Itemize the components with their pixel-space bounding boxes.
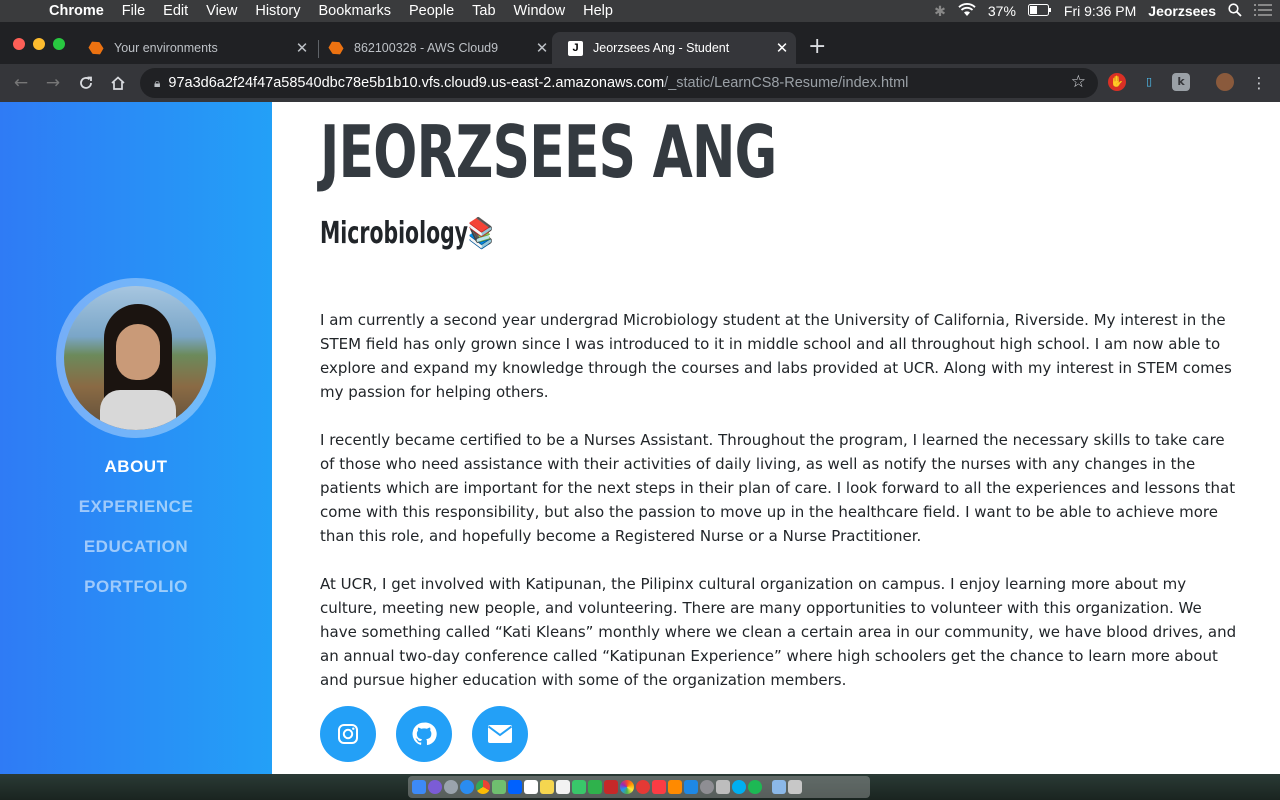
facetime-icon[interactable] <box>588 780 602 794</box>
browser-tab-strip: Your environments ✕ 862100328 - AWS Clou… <box>0 22 1280 64</box>
menu-bookmarks[interactable]: Bookmarks <box>309 3 400 19</box>
maximize-window-button[interactable] <box>53 38 65 50</box>
trash-icon[interactable] <box>788 780 802 794</box>
menu-app-name[interactable]: Chrome <box>40 3 113 19</box>
new-tab-button[interactable]: + <box>808 34 826 59</box>
battery-icon[interactable] <box>1027 3 1052 19</box>
clock[interactable]: Fri 9:36 PM <box>1064 3 1136 19</box>
photo-face <box>116 324 160 380</box>
nav-education[interactable]: EDUCATION <box>0 534 272 574</box>
lock-icon[interactable]: 🔒︎ <box>154 76 160 91</box>
notification-center-icon[interactable] <box>1254 3 1272 19</box>
aws-cloud9-icon <box>87 39 106 58</box>
bookmark-star-icon[interactable]: ☆ <box>1071 72 1086 92</box>
nav-portfolio[interactable]: PORTFOLIO <box>0 574 272 614</box>
instagram-button[interactable] <box>320 706 376 762</box>
messages-icon[interactable] <box>572 780 586 794</box>
nav-about[interactable]: ABOUT <box>0 454 272 494</box>
spotlight-search-icon[interactable] <box>1228 2 1242 20</box>
blocked-app-icon[interactable] <box>636 780 650 794</box>
home-button[interactable] <box>107 72 129 94</box>
browser-toolbar: ← → 🔒︎ 97a3d6a2f24f47a58540dbc78e5b1b10.… <box>0 64 1280 102</box>
menu-tab[interactable]: Tab <box>463 3 504 19</box>
preview-icon[interactable] <box>716 780 730 794</box>
siri-icon[interactable] <box>428 780 442 794</box>
menu-view[interactable]: View <box>197 3 246 19</box>
profile-photo-frame <box>56 278 216 438</box>
extension-adblock-icon[interactable]: ✋ <box>1108 73 1126 91</box>
extension-k-icon[interactable]: k <box>1172 73 1190 91</box>
menu-file[interactable]: File <box>113 3 154 19</box>
instagram-icon <box>338 724 358 744</box>
finder-icon[interactable] <box>412 780 426 794</box>
menu-help[interactable]: Help <box>574 3 622 19</box>
about-paragraph-2: I recently became certified to be a Nurs… <box>320 431 1236 545</box>
page-title: JEORZSEES ANG <box>320 110 777 194</box>
menu-window[interactable]: Window <box>505 3 575 19</box>
sidebar: ABOUT EXPERIENCE EDUCATION PORTFOLIO <box>0 102 272 774</box>
photos-icon[interactable] <box>620 780 634 794</box>
notes-icon[interactable] <box>540 780 554 794</box>
subtitle: Microbiology📚 <box>320 216 494 251</box>
bluetooth-icon[interactable]: ✱ <box>934 3 946 20</box>
maps-icon[interactable] <box>492 780 506 794</box>
tab-title: Jeorzsees Ang - Student <box>593 41 730 55</box>
section-nav: ABOUT EXPERIENCE EDUCATION PORTFOLIO <box>0 454 272 614</box>
spotify-icon[interactable] <box>748 780 762 794</box>
close-window-button[interactable] <box>13 38 25 50</box>
reminders-icon[interactable] <box>556 780 570 794</box>
url-path: /_static/LearnCS8-Resume/index.html <box>664 75 909 91</box>
macos-dock <box>408 776 870 798</box>
macos-menubar: Chrome File Edit View History Bookmarks … <box>0 0 1280 22</box>
battery-percent: 37% <box>987 3 1016 19</box>
extension-cup-icon[interactable]: ▯ <box>1140 73 1158 91</box>
wifi-icon[interactable] <box>958 2 976 20</box>
calendar-icon[interactable] <box>524 780 538 794</box>
system-preferences-icon[interactable] <box>700 780 714 794</box>
photo-shirt <box>100 390 176 430</box>
about-paragraph-1: I am currently a second year undergrad M… <box>320 311 1232 401</box>
tab-title: 862100328 - AWS Cloud9 <box>354 41 499 55</box>
menu-edit[interactable]: Edit <box>154 3 197 19</box>
safari-icon[interactable] <box>460 780 474 794</box>
app-store-icon[interactable] <box>684 780 698 794</box>
aws-cloud9-icon <box>327 39 346 58</box>
tab-aws-cloud9[interactable]: 862100328 - AWS Cloud9 ✕ <box>312 32 556 64</box>
profile-avatar[interactable] <box>1216 73 1234 91</box>
chrome-menu-icon[interactable]: ⋮ <box>1248 72 1270 94</box>
menu-people[interactable]: People <box>400 3 463 19</box>
envelope-icon <box>487 725 513 743</box>
address-bar[interactable]: 🔒︎ 97a3d6a2f24f47a58540dbc78e5b1b10.vfs.… <box>140 68 1098 98</box>
nav-experience[interactable]: EXPERIENCE <box>0 494 272 534</box>
dropbox-icon[interactable] <box>508 780 522 794</box>
forward-button[interactable]: → <box>42 72 64 94</box>
email-button[interactable] <box>472 706 528 762</box>
tab-your-environments[interactable]: Your environments ✕ <box>72 32 316 64</box>
photo-booth-icon[interactable] <box>604 780 618 794</box>
profile-photo <box>64 286 208 430</box>
back-button[interactable]: ← <box>10 72 32 94</box>
music-icon[interactable] <box>652 780 666 794</box>
downloads-folder-icon[interactable] <box>772 780 786 794</box>
tab-resume[interactable]: J Jeorzsees Ang - Student ✕ <box>552 32 796 64</box>
resume-favicon-icon: J <box>568 40 583 56</box>
about-paragraph-3: At UCR, I get involved with Katipunan, t… <box>320 575 1237 689</box>
minimize-window-button[interactable] <box>33 38 45 50</box>
github-icon <box>412 722 437 746</box>
books-icon[interactable] <box>668 780 682 794</box>
user-name[interactable]: Jeorzsees <box>1148 3 1216 19</box>
close-tab-icon[interactable]: ✕ <box>768 39 796 57</box>
chrome-icon[interactable] <box>476 780 490 794</box>
resume-page: ABOUT EXPERIENCE EDUCATION PORTFOLIO JEO… <box>0 102 1280 774</box>
launchpad-icon[interactable] <box>444 780 458 794</box>
url-host: 97a3d6a2f24f47a58540dbc78e5b1b10.vfs.clo… <box>168 75 665 91</box>
reload-button[interactable] <box>75 72 97 94</box>
skype-icon[interactable] <box>732 780 746 794</box>
github-button[interactable] <box>396 706 452 762</box>
menu-history[interactable]: History <box>246 3 309 19</box>
tab-title: Your environments <box>114 41 218 55</box>
